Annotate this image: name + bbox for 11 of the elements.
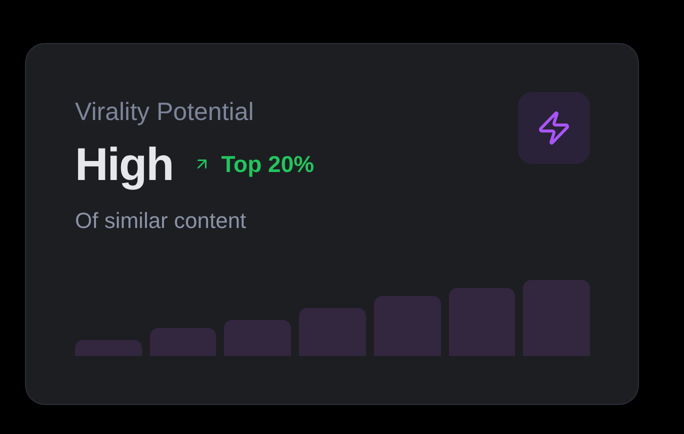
subtitle: Of similar content <box>75 207 248 235</box>
trend-label: Top 20% <box>221 150 314 178</box>
chart-bar <box>299 308 366 356</box>
card-title: Virality Potential <box>75 97 255 128</box>
chart-bar <box>374 296 441 356</box>
chart-bar <box>75 340 142 356</box>
chart-bar <box>150 328 216 356</box>
virality-value: High <box>75 137 174 192</box>
chart-bar <box>224 320 292 356</box>
lightning-icon <box>518 92 590 164</box>
chart-bar <box>448 288 516 356</box>
